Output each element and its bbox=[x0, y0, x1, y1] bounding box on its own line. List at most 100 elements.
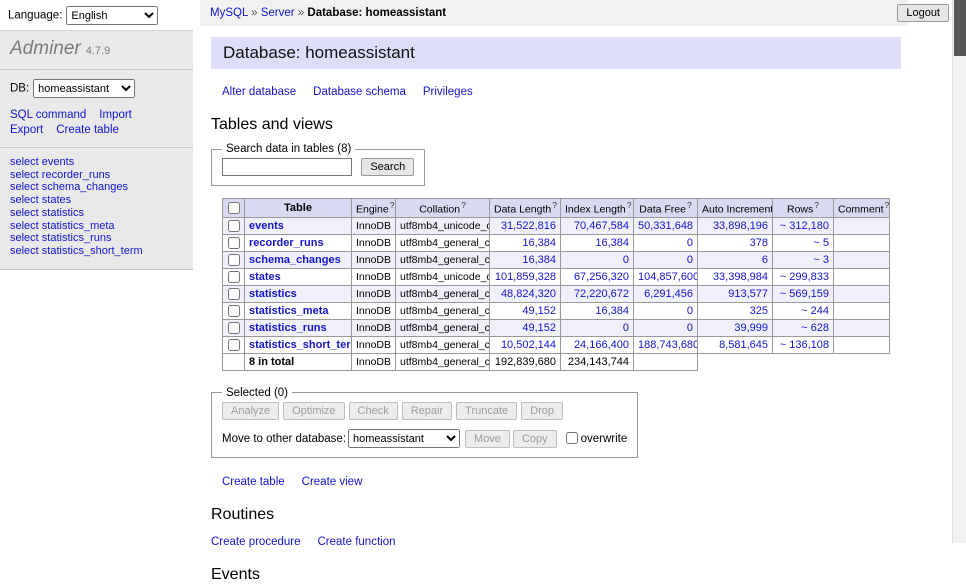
breadcrumb-link[interactable]: Server bbox=[261, 7, 295, 19]
help-icon[interactable]: ? bbox=[814, 200, 819, 210]
rows-count-link[interactable]: ~ 136,108 bbox=[780, 339, 829, 351]
check-button[interactable]: Check bbox=[349, 402, 398, 420]
help-icon[interactable]: ? bbox=[461, 200, 466, 210]
index-length-link[interactable]: 70,467,584 bbox=[574, 220, 629, 232]
rows-count-link[interactable]: ~ 628 bbox=[801, 322, 829, 334]
optimize-button[interactable]: Optimize bbox=[283, 402, 344, 420]
index-length-link[interactable]: 16,384 bbox=[595, 305, 629, 317]
help-icon[interactable]: ? bbox=[885, 200, 890, 210]
select-all-checkbox[interactable] bbox=[228, 202, 240, 214]
rows-count-link[interactable]: ~ 3 bbox=[813, 254, 829, 266]
scrollbar-thumb[interactable] bbox=[954, 0, 966, 56]
row-checkbox[interactable] bbox=[228, 305, 240, 317]
row-checkbox[interactable] bbox=[228, 339, 240, 351]
table-name-link[interactable]: states bbox=[249, 271, 281, 283]
sidebar-menu-link[interactable]: SQL command bbox=[10, 108, 86, 122]
help-icon[interactable]: ? bbox=[390, 200, 395, 210]
sidebar-table-link[interactable]: select recorder_runs bbox=[10, 169, 183, 182]
help-icon[interactable]: ? bbox=[627, 200, 632, 210]
column-header-index-length[interactable]: Index Length? bbox=[561, 199, 634, 218]
index-length-link[interactable]: 16,384 bbox=[595, 237, 629, 249]
sidebar-menu-link[interactable]: Create table bbox=[56, 123, 119, 137]
sidebar-table-link[interactable]: select statistics_runs bbox=[10, 232, 183, 245]
data-free-link[interactable]: 0 bbox=[687, 254, 693, 266]
table-name-link[interactable]: schema_changes bbox=[249, 254, 341, 266]
data-length-link[interactable]: 49,152 bbox=[522, 305, 556, 317]
drop-button[interactable]: Drop bbox=[521, 402, 563, 420]
index-length-link[interactable]: 67,256,320 bbox=[574, 271, 629, 283]
auto-increment-link[interactable]: 33,898,196 bbox=[713, 220, 768, 232]
search-button[interactable]: Search bbox=[361, 158, 414, 176]
index-length-link[interactable]: 0 bbox=[623, 322, 629, 334]
rows-count-link[interactable]: ~ 569,159 bbox=[780, 288, 829, 300]
database-action-link[interactable]: Database schema bbox=[313, 86, 406, 98]
truncate-button[interactable]: Truncate bbox=[456, 402, 517, 420]
language-select[interactable]: English bbox=[66, 6, 158, 25]
adminer-wordmark[interactable]: Adminer bbox=[10, 38, 81, 59]
search-input[interactable] bbox=[222, 158, 352, 176]
auto-increment-link[interactable]: 8,581,645 bbox=[719, 339, 768, 351]
create-link[interactable]: Create view bbox=[302, 476, 363, 488]
analyze-button[interactable]: Analyze bbox=[222, 402, 279, 420]
column-header-comment[interactable]: Comment? bbox=[834, 199, 890, 218]
row-checkbox[interactable] bbox=[228, 220, 240, 232]
row-checkbox[interactable] bbox=[228, 288, 240, 300]
row-checkbox[interactable] bbox=[228, 237, 240, 249]
sidebar-table-link[interactable]: select events bbox=[10, 156, 183, 169]
data-free-link[interactable]: 188,743,680 bbox=[638, 339, 698, 351]
sidebar-menu-link[interactable]: Import bbox=[99, 108, 132, 122]
row-checkbox[interactable] bbox=[228, 254, 240, 266]
data-free-link[interactable]: 0 bbox=[687, 322, 693, 334]
breadcrumb-link[interactable]: MySQL bbox=[210, 7, 248, 19]
table-name-link[interactable]: recorder_runs bbox=[249, 237, 324, 249]
vertical-scrollbar[interactable] bbox=[952, 0, 966, 543]
database-action-link[interactable]: Privileges bbox=[423, 86, 473, 98]
repair-button[interactable]: Repair bbox=[402, 402, 452, 420]
help-icon[interactable]: ? bbox=[687, 200, 692, 210]
data-free-link[interactable]: 50,331,648 bbox=[638, 220, 693, 232]
sidebar-table-link[interactable]: select statistics_short_term bbox=[10, 245, 183, 258]
table-name-link[interactable]: statistics_short_term bbox=[249, 339, 352, 351]
data-length-link[interactable]: 16,384 bbox=[522, 254, 556, 266]
data-length-link[interactable]: 10,502,144 bbox=[501, 339, 556, 351]
auto-increment-link[interactable]: 33,398,984 bbox=[713, 271, 768, 283]
data-length-link[interactable]: 49,152 bbox=[522, 322, 556, 334]
data-length-link[interactable]: 31,522,816 bbox=[501, 220, 556, 232]
sidebar-table-link[interactable]: select statistics_meta bbox=[10, 220, 183, 233]
table-name-link[interactable]: statistics_runs bbox=[249, 322, 327, 334]
table-name-link[interactable]: statistics_meta bbox=[249, 305, 329, 317]
auto-increment-link[interactable]: 39,999 bbox=[734, 322, 768, 334]
create-link[interactable]: Create table bbox=[222, 476, 285, 488]
data-free-link[interactable]: 6,291,456 bbox=[644, 288, 693, 300]
rows-count-link[interactable]: ~ 5 bbox=[813, 237, 829, 249]
row-checkbox[interactable] bbox=[228, 322, 240, 334]
sidebar-table-link[interactable]: select schema_changes bbox=[10, 181, 183, 194]
data-free-link[interactable]: 0 bbox=[687, 305, 693, 317]
logout-button[interactable]: Logout bbox=[897, 4, 949, 22]
data-length-link[interactable]: 48,824,320 bbox=[501, 288, 556, 300]
column-header-rows[interactable]: Rows? bbox=[773, 199, 834, 218]
index-length-link[interactable]: 0 bbox=[623, 254, 629, 266]
column-header-table[interactable]: Table bbox=[245, 199, 352, 218]
auto-increment-link[interactable]: 913,577 bbox=[728, 288, 768, 300]
sidebar-menu-link[interactable]: Export bbox=[10, 123, 43, 137]
data-length-link[interactable]: 101,859,328 bbox=[495, 271, 556, 283]
column-header-data-free[interactable]: Data Free? bbox=[634, 199, 698, 218]
rows-count-link[interactable]: ~ 299,833 bbox=[780, 271, 829, 283]
column-header-data-length[interactable]: Data Length? bbox=[490, 199, 561, 218]
data-free-link[interactable]: 0 bbox=[687, 237, 693, 249]
overwrite-checkbox[interactable] bbox=[566, 432, 578, 444]
index-length-link[interactable]: 24,166,400 bbox=[574, 339, 629, 351]
auto-increment-link[interactable]: 378 bbox=[750, 237, 768, 249]
help-icon[interactable]: ? bbox=[552, 200, 557, 210]
column-header-collation[interactable]: Collation? bbox=[396, 199, 490, 218]
column-header-auto-increment[interactable]: Auto Increment? bbox=[698, 199, 773, 218]
data-length-link[interactable]: 16,384 bbox=[522, 237, 556, 249]
auto-increment-link[interactable]: 325 bbox=[750, 305, 768, 317]
sidebar-table-link[interactable]: select states bbox=[10, 194, 183, 207]
column-header-engine[interactable]: Engine? bbox=[352, 199, 396, 218]
rows-count-link[interactable]: ~ 244 bbox=[801, 305, 829, 317]
move-db-select[interactable]: homeassistant bbox=[348, 429, 460, 448]
table-name-link[interactable]: statistics bbox=[249, 288, 297, 300]
routine-link[interactable]: Create procedure bbox=[211, 536, 301, 548]
